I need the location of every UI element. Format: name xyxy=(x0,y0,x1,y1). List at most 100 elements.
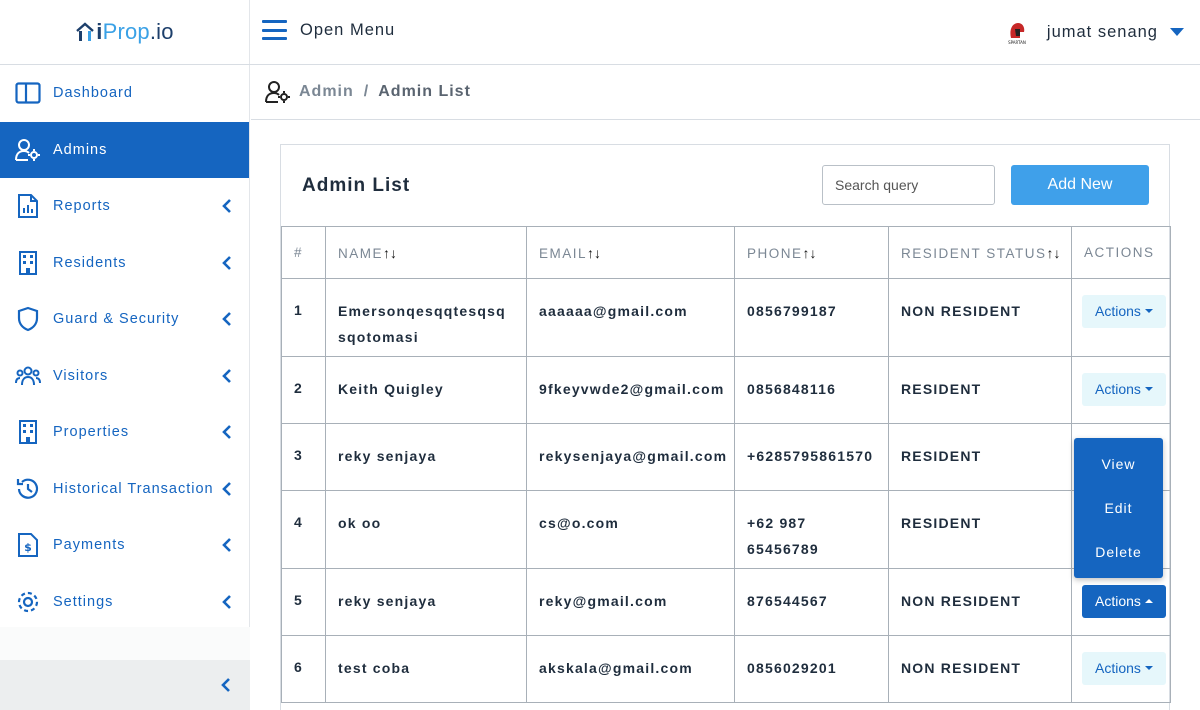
sidebar-item-label: Residents xyxy=(53,254,127,271)
row-phone: 0856029201 xyxy=(734,635,889,703)
report-icon xyxy=(15,193,41,219)
gear-icon xyxy=(15,589,41,615)
sidebar-item-label: Admins xyxy=(53,141,108,158)
actions-dropdown-button[interactable]: Actions xyxy=(1082,372,1166,406)
dropdown-item-view[interactable]: View xyxy=(1074,456,1163,472)
user-name: jumat senang xyxy=(1046,22,1158,41)
history-icon xyxy=(15,476,41,502)
sidebar-item-label: Visitors xyxy=(53,367,109,384)
collapse-sidebar-chevron-icon[interactable] xyxy=(218,677,234,693)
sidebar-item-residents[interactable]: Residents xyxy=(0,235,249,292)
actions-dropdown-button[interactable]: Actions xyxy=(1082,651,1166,685)
sidebar-item-historical-transaction[interactable]: Historical Transaction xyxy=(0,461,249,518)
shield-icon xyxy=(15,306,41,332)
table-row: 5 reky senjaya reky@gmail.com 876544567 … xyxy=(281,568,1171,636)
header-name[interactable]: NAME↑↓ xyxy=(325,226,527,279)
caret-down-icon xyxy=(1144,666,1153,670)
dashboard-icon xyxy=(15,80,41,106)
dropdown-item-edit[interactable]: Edit xyxy=(1074,500,1163,516)
row-actions: Actions xyxy=(1071,635,1171,703)
row-actions: Actions xyxy=(1071,568,1171,636)
header-email[interactable]: EMAIL↑↓ xyxy=(526,226,735,279)
header-actions: ACTIONS xyxy=(1071,226,1171,279)
row-name: ok oo xyxy=(325,490,527,569)
row-status: NON RESIDENT xyxy=(888,635,1072,703)
card-header: Admin List Add New xyxy=(281,145,1169,226)
sidebar-item-guard-security[interactable]: Guard & Security xyxy=(0,291,249,348)
header-name-label: NAME xyxy=(338,245,384,261)
actions-label: Actions xyxy=(1095,660,1141,676)
sidebar-item-payments[interactable]: $ Payments xyxy=(0,517,249,574)
header-phone[interactable]: PHONE↑↓ xyxy=(734,226,889,279)
caret-up-icon xyxy=(1144,599,1153,603)
chevron-left-icon xyxy=(222,199,231,214)
open-menu-button[interactable]: Open Menu xyxy=(262,20,395,40)
header-status[interactable]: RESIDENT STATUS↑↓ xyxy=(888,226,1072,279)
payment-document-icon: $ xyxy=(15,532,41,558)
house-logo-icon xyxy=(76,22,95,41)
visitors-icon xyxy=(15,363,41,389)
building-icon xyxy=(15,419,41,445)
sidebar-item-visitors[interactable]: Visitors xyxy=(0,348,249,405)
sort-arrows-icon[interactable]: ↑↓ xyxy=(803,245,817,261)
row-name: Keith Quigley xyxy=(325,356,527,424)
header-phone-label: PHONE xyxy=(747,245,803,261)
sort-arrows-icon[interactable]: ↑↓ xyxy=(1047,245,1061,261)
sidebar-item-settings[interactable]: Settings xyxy=(0,574,249,631)
row-email: aaaaaa@gmail.com xyxy=(526,278,735,357)
search-input[interactable] xyxy=(822,165,995,205)
add-new-button[interactable]: Add New xyxy=(1011,165,1149,205)
brand-logo: i Prop .io xyxy=(75,19,174,45)
brand[interactable]: i Prop .io xyxy=(0,0,250,64)
row-name: test coba xyxy=(325,635,527,703)
sidebar-item-properties[interactable]: Properties xyxy=(0,404,249,461)
open-menu-label: Open Menu xyxy=(300,20,396,39)
sidebar: Dashboard Admins Reports Residents Guard… xyxy=(0,65,250,710)
row-index: 1 xyxy=(281,278,326,357)
sidebar-item-label: Properties xyxy=(53,424,130,441)
sidebar-item-label: Settings xyxy=(53,593,114,610)
top-bar: i Prop .io Open Menu SPARTAN jumat senang xyxy=(0,0,1200,65)
caret-down-icon xyxy=(1144,309,1153,313)
row-index: 4 xyxy=(281,490,326,569)
sort-arrows-icon[interactable]: ↑↓ xyxy=(383,245,397,261)
actions-dropdown-button[interactable]: Actions xyxy=(1082,584,1166,618)
caret-down-icon xyxy=(1170,28,1184,36)
user-menu[interactable]: SPARTAN jumat senang xyxy=(1003,18,1184,46)
breadcrumb-current: Admin List xyxy=(378,83,471,100)
actions-dropdown-button[interactable]: Actions xyxy=(1082,294,1166,328)
table-row: 4 ok oo cs@o.com +62 987 65456789 RESIDE… xyxy=(281,490,1171,569)
svg-text:$: $ xyxy=(24,541,32,554)
actions-label: Actions xyxy=(1095,303,1141,319)
actions-dropdown-menu: View Edit Delete xyxy=(1074,438,1163,578)
sidebar-item-reports[interactable]: Reports xyxy=(0,178,249,235)
row-email: reky@gmail.com xyxy=(526,568,735,636)
avatar: SPARTAN xyxy=(1003,18,1031,46)
row-email: cs@o.com xyxy=(526,490,735,569)
sidebar-item-admins[interactable]: Admins xyxy=(0,121,249,178)
sidebar-item-label: Reports xyxy=(53,198,111,215)
table-row: 3 reky senjaya rekysenjaya@gmail.com +62… xyxy=(281,423,1171,491)
row-index: 3 xyxy=(281,423,326,491)
chevron-left-icon xyxy=(222,425,231,440)
breadcrumb-admin-link[interactable]: Admin xyxy=(299,83,354,101)
sort-arrows-icon[interactable]: ↑↓ xyxy=(587,245,601,261)
brand-name-part2: Prop xyxy=(102,19,150,44)
row-name: reky senjaya xyxy=(325,568,527,636)
chevron-left-icon xyxy=(222,368,231,383)
row-status: RESIDENT xyxy=(888,356,1072,424)
spartan-helmet-icon: SPARTAN xyxy=(1008,23,1026,45)
header-email-label: EMAIL xyxy=(539,245,588,261)
sidebar-spacer xyxy=(0,627,250,660)
brand-name-part3: .io xyxy=(149,19,174,44)
sidebar-item-dashboard[interactable]: Dashboard xyxy=(0,65,249,122)
header-index: # xyxy=(281,226,326,279)
row-phone: 0856848116 xyxy=(734,356,889,424)
dropdown-item-delete[interactable]: Delete xyxy=(1074,544,1163,560)
row-index: 2 xyxy=(281,356,326,424)
header-status-label: RESIDENT STATUS xyxy=(901,245,1047,261)
row-name: reky senjaya xyxy=(325,423,527,491)
page-title: Admin List xyxy=(302,174,411,196)
admin-user-gear-icon xyxy=(15,137,41,163)
sidebar-item-label: Historical Transaction xyxy=(53,480,214,497)
